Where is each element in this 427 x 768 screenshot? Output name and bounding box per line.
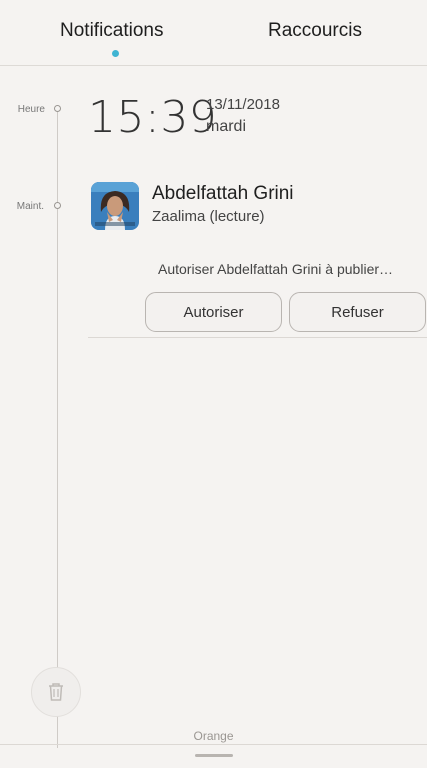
timeline-label-maint: Maint. <box>16 201 44 212</box>
clear-notifications-button[interactable] <box>31 667 81 717</box>
timeline-label-heure: Heure <box>17 104 45 115</box>
deny-button[interactable]: Refuser <box>289 292 426 332</box>
contact-photo-icon <box>91 182 139 230</box>
bottom-divider <box>0 744 427 745</box>
timeline-dot-maint <box>54 202 61 209</box>
drag-handle[interactable] <box>195 754 233 757</box>
clock-day: mardi <box>206 118 247 135</box>
trash-icon <box>49 683 63 701</box>
notification-message[interactable]: Autoriser Abdelfattah Grini à publier… <box>158 261 393 277</box>
active-tab-indicator <box>112 50 119 57</box>
carrier-label: Orange <box>193 729 234 743</box>
timeline-dot-heure <box>54 105 61 112</box>
notification-tabs: Notifications Raccourcis <box>0 0 427 66</box>
notification-divider <box>88 337 427 338</box>
clock-date: 13/11/2018 <box>206 96 280 113</box>
allow-button[interactable]: Autoriser <box>145 292 282 332</box>
tab-raccourcis[interactable]: Raccourcis <box>268 20 362 42</box>
tab-notifications[interactable]: Notifications <box>60 20 164 42</box>
contact-avatar[interactable] <box>91 182 139 230</box>
notification-subtitle: Zaalima (lecture) <box>152 208 265 225</box>
notification-title: Abdelfattah Grini <box>152 183 294 204</box>
clock-time: 15:39 <box>88 92 218 143</box>
